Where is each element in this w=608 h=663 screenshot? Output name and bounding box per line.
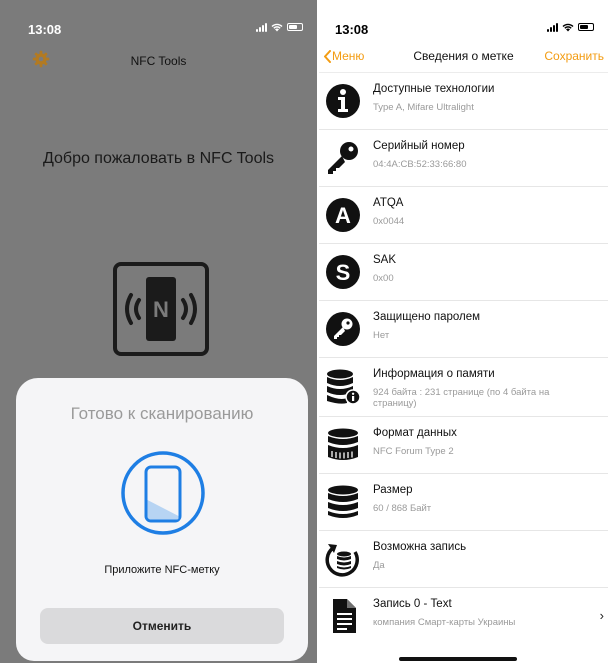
- tag-info-list: Доступные технологии Type A, Mifare Ultr…: [319, 73, 608, 644]
- svg-text:A: A: [335, 203, 351, 228]
- document-icon: [333, 599, 356, 633]
- row-value: 60 / 868 Байт: [373, 503, 432, 514]
- key-icon: [328, 142, 358, 174]
- list-item-record-0[interactable]: Запись 0 - Text компания Смарт-карты Укр…: [319, 588, 608, 644]
- database-format-icon: [328, 428, 358, 460]
- tag-details-screen: 13:08 Меню Сведения о метке Сохранить До…: [319, 0, 608, 663]
- database-info-icon: [327, 369, 361, 404]
- status-bar: 13:08: [0, 0, 317, 40]
- row-title: Запись 0 - Text: [373, 598, 452, 610]
- wifi-icon: [562, 23, 574, 31]
- row-value: 0x00: [373, 273, 394, 284]
- row-title: Формат данных: [373, 427, 457, 439]
- row-value: 924 байта : 231 странице (по 4 байта на …: [373, 387, 550, 409]
- list-item-writable[interactable]: Возможна запись Да: [319, 531, 608, 588]
- status-indicators: [547, 22, 594, 32]
- database-icon: [328, 485, 358, 518]
- letter-s-icon: S: [326, 255, 360, 289]
- row-title: Информация о памяти: [373, 368, 495, 380]
- list-item-atqa[interactable]: A ATQA 0x0044: [319, 187, 608, 244]
- row-title: Серийный номер: [373, 140, 465, 152]
- info-icon: [326, 84, 360, 118]
- row-value: 04:4A:CB:52:33:66:80: [373, 159, 467, 170]
- row-value: Да: [373, 560, 385, 571]
- list-item-password-protected[interactable]: Защищено паролем Нет: [319, 301, 608, 358]
- row-value: Type A, Mifare Ultralight: [373, 102, 474, 113]
- status-bar: 13:08: [319, 0, 608, 40]
- row-title: ATQA: [373, 197, 404, 209]
- battery-icon: [578, 23, 594, 31]
- status-time: 13:08: [28, 22, 62, 37]
- row-title: Защищено паролем: [373, 311, 481, 323]
- rewrite-icon: [325, 544, 359, 577]
- chevron-right-icon: ›: [599, 608, 604, 623]
- phone-scan-icon: [121, 451, 205, 535]
- sheet-title: Готово к сканированию: [70, 404, 254, 423]
- navigation-bar: Меню Сведения о метке Сохранить: [319, 40, 608, 73]
- list-item-serial-number[interactable]: Серийный номер 04:4A:CB:52:33:66:80: [319, 130, 608, 187]
- home-indicator: [399, 657, 517, 661]
- sheet-hint: Приложите NFC-метку: [104, 564, 220, 576]
- signal-icon: [547, 22, 558, 32]
- row-value: NFC Forum Type 2: [373, 446, 454, 457]
- app-title: NFC Tools: [130, 54, 187, 68]
- row-title: SAK: [373, 254, 397, 266]
- row-title: Возможна запись: [373, 541, 467, 553]
- battery-icon: [287, 23, 303, 31]
- cancel-button[interactable]: Отменить: [40, 608, 284, 644]
- row-value: Нет: [373, 330, 390, 341]
- status-indicators: [256, 22, 303, 32]
- nfc-reader-icon: N: [113, 262, 209, 356]
- scan-bottom-sheet: Готово к сканированию Приложите NFC-метк…: [16, 378, 308, 661]
- svg-text:S: S: [336, 260, 351, 285]
- row-value: компания Смарт-карты Украины: [373, 617, 516, 628]
- list-item-data-format[interactable]: Формат данных NFC Forum Type 2: [319, 417, 608, 474]
- key-circle-icon: [326, 312, 360, 346]
- letter-a-icon: A: [326, 198, 360, 232]
- save-button[interactable]: Сохранить: [544, 49, 604, 63]
- list-item-sak[interactable]: S SAK 0x00: [319, 244, 608, 301]
- nfc-glyph: N: [153, 297, 169, 322]
- row-title: Доступные технологии: [373, 83, 495, 95]
- nfc-scan-screen: 13:08 NFC Tools Добро пожаловать в NFC T…: [0, 0, 317, 663]
- row-title: Размер: [373, 484, 413, 496]
- list-item-memory-info[interactable]: Информация о памяти 924 байта : 231 стра…: [319, 358, 608, 417]
- wifi-icon: [271, 23, 283, 31]
- list-item-size[interactable]: Размер 60 / 868 Байт: [319, 474, 608, 531]
- status-time: 13:08: [335, 22, 369, 37]
- welcome-text: Добро пожаловать в NFC Tools: [42, 150, 275, 167]
- signal-icon: [256, 22, 267, 32]
- row-value: 0x0044: [373, 216, 405, 227]
- list-item-technologies[interactable]: Доступные технологии Type A, Mifare Ultr…: [319, 73, 608, 130]
